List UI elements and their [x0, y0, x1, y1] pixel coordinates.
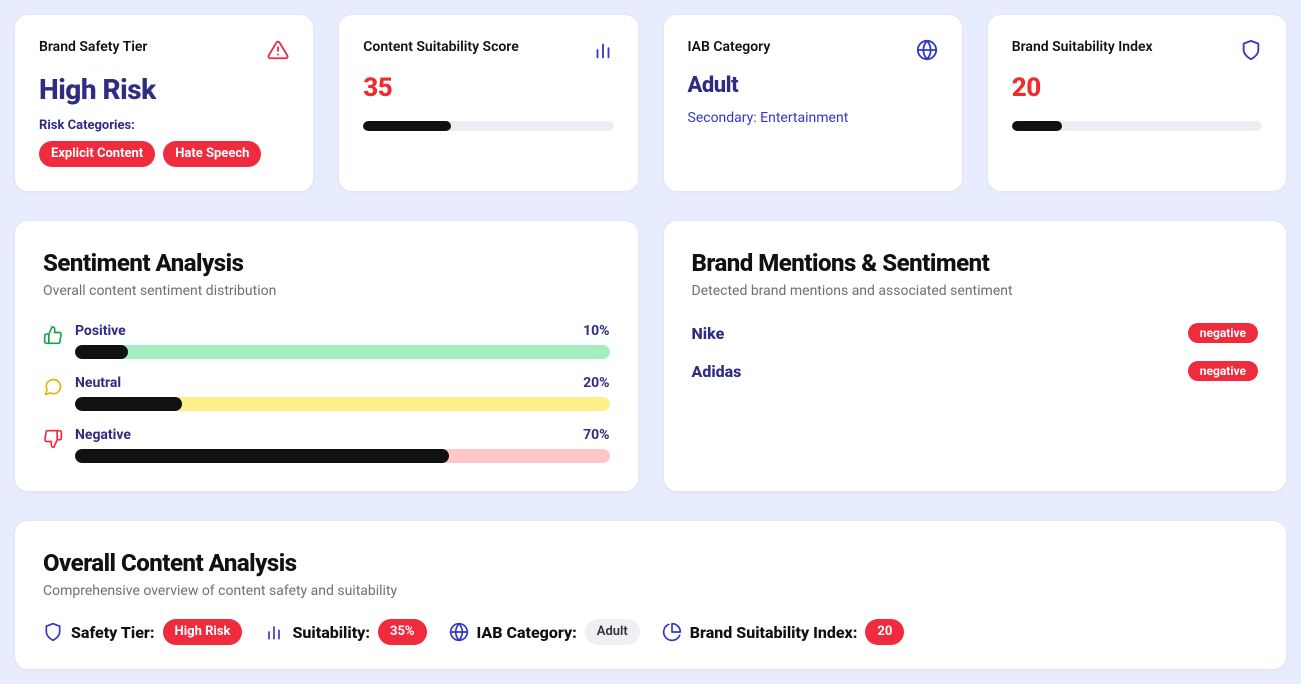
sentiment-label: Neutral — [75, 375, 121, 391]
overall-item-bsi: Brand Suitability Index: 20 — [662, 619, 905, 645]
card-value: 35 — [363, 73, 613, 103]
sentiment-bar — [75, 345, 610, 359]
card-brand-suitability-index: Brand Suitability Index 20 — [987, 14, 1287, 192]
shield-icon — [1240, 39, 1262, 61]
thumbs-up-icon — [43, 325, 63, 345]
alert-triangle-icon — [267, 39, 289, 61]
overall-label: Safety Tier: — [71, 623, 155, 642]
card-value: High Risk — [39, 73, 289, 106]
sentiment-row-positive: Positive 10% — [43, 323, 610, 359]
section-subtitle: Overall content sentiment distribution — [43, 283, 610, 299]
section-title: Sentiment Analysis — [43, 249, 610, 277]
card-value: Adult — [688, 73, 938, 98]
top-stat-row: Brand Safety Tier High Risk Risk Categor… — [14, 14, 1287, 192]
brand-mention-row: Nike negative — [692, 323, 1259, 343]
thumbs-down-icon — [43, 429, 63, 449]
risk-chip: Hate Speech — [163, 141, 261, 167]
card-title: IAB Category — [688, 39, 771, 55]
risk-categories-label: Risk Categories: — [39, 118, 289, 133]
overall-badge: High Risk — [163, 619, 243, 645]
sentiment-bar — [75, 449, 610, 463]
section-subtitle: Detected brand mentions and associated s… — [692, 283, 1259, 299]
sentiment-percent: 10% — [583, 323, 609, 339]
bar-chart-icon — [264, 622, 284, 642]
sentiment-percent: 70% — [583, 427, 609, 443]
brand-name: Nike — [692, 324, 725, 343]
sentiment-label: Negative — [75, 427, 131, 443]
card-iab-category: IAB Category Adult Secondary: Entertainm… — [663, 14, 963, 192]
sentiment-pill: negative — [1188, 361, 1258, 381]
brand-mention-row: Adidas negative — [692, 361, 1259, 381]
shield-icon — [43, 622, 63, 642]
sentiment-bar — [75, 397, 610, 411]
overall-label: Suitability: — [292, 623, 370, 642]
bsi-progress — [1012, 121, 1262, 131]
section-title: Overall Content Analysis — [43, 549, 1258, 577]
card-title: Brand Suitability Index — [1012, 39, 1153, 55]
suitability-progress — [363, 121, 613, 131]
brand-name: Adidas — [692, 362, 742, 381]
overall-badge: 35% — [378, 619, 427, 645]
pie-chart-icon — [662, 622, 682, 642]
overall-badge: 20 — [865, 619, 904, 645]
sentiment-row-negative: Negative 70% — [43, 427, 610, 463]
section-title: Brand Mentions & Sentiment — [692, 249, 1259, 277]
card-suitability-score: Content Suitability Score 35 — [338, 14, 638, 192]
risk-chip: Explicit Content — [39, 141, 155, 167]
overall-item-suitability: Suitability: 35% — [264, 619, 426, 645]
overall-label: Brand Suitability Index: — [690, 623, 858, 642]
overall-label: IAB Category: — [477, 623, 577, 642]
card-title: Brand Safety Tier — [39, 39, 147, 55]
card-title: Content Suitability Score — [363, 39, 518, 55]
overall-item-safety: Safety Tier: High Risk — [43, 619, 242, 645]
sentiment-row-neutral: Neutral 20% — [43, 375, 610, 411]
risk-chip-row: Explicit Content Hate Speech — [39, 141, 289, 167]
overall-badge: Adult — [585, 619, 640, 645]
bar-chart-icon — [592, 39, 614, 61]
middle-row: Sentiment Analysis Overall content senti… — [14, 220, 1287, 492]
chat-bubble-icon — [43, 377, 63, 397]
sentiment-label: Positive — [75, 323, 126, 339]
sentiment-pill: negative — [1188, 323, 1258, 343]
card-overall-analysis: Overall Content Analysis Comprehensive o… — [14, 520, 1287, 670]
card-sentiment-analysis: Sentiment Analysis Overall content senti… — [14, 220, 639, 492]
card-value: 20 — [1012, 73, 1262, 103]
globe-icon — [916, 39, 938, 61]
iab-secondary: Secondary: Entertainment — [688, 110, 938, 126]
section-subtitle: Comprehensive overview of content safety… — [43, 583, 1258, 599]
card-brand-safety: Brand Safety Tier High Risk Risk Categor… — [14, 14, 314, 192]
sentiment-percent: 20% — [583, 375, 609, 391]
globe-icon — [449, 622, 469, 642]
card-brand-mentions: Brand Mentions & Sentiment Detected bran… — [663, 220, 1288, 492]
overall-item-iab: IAB Category: Adult — [449, 619, 640, 645]
overall-summary-row: Safety Tier: High Risk Suitability: 35% — [43, 619, 1258, 645]
